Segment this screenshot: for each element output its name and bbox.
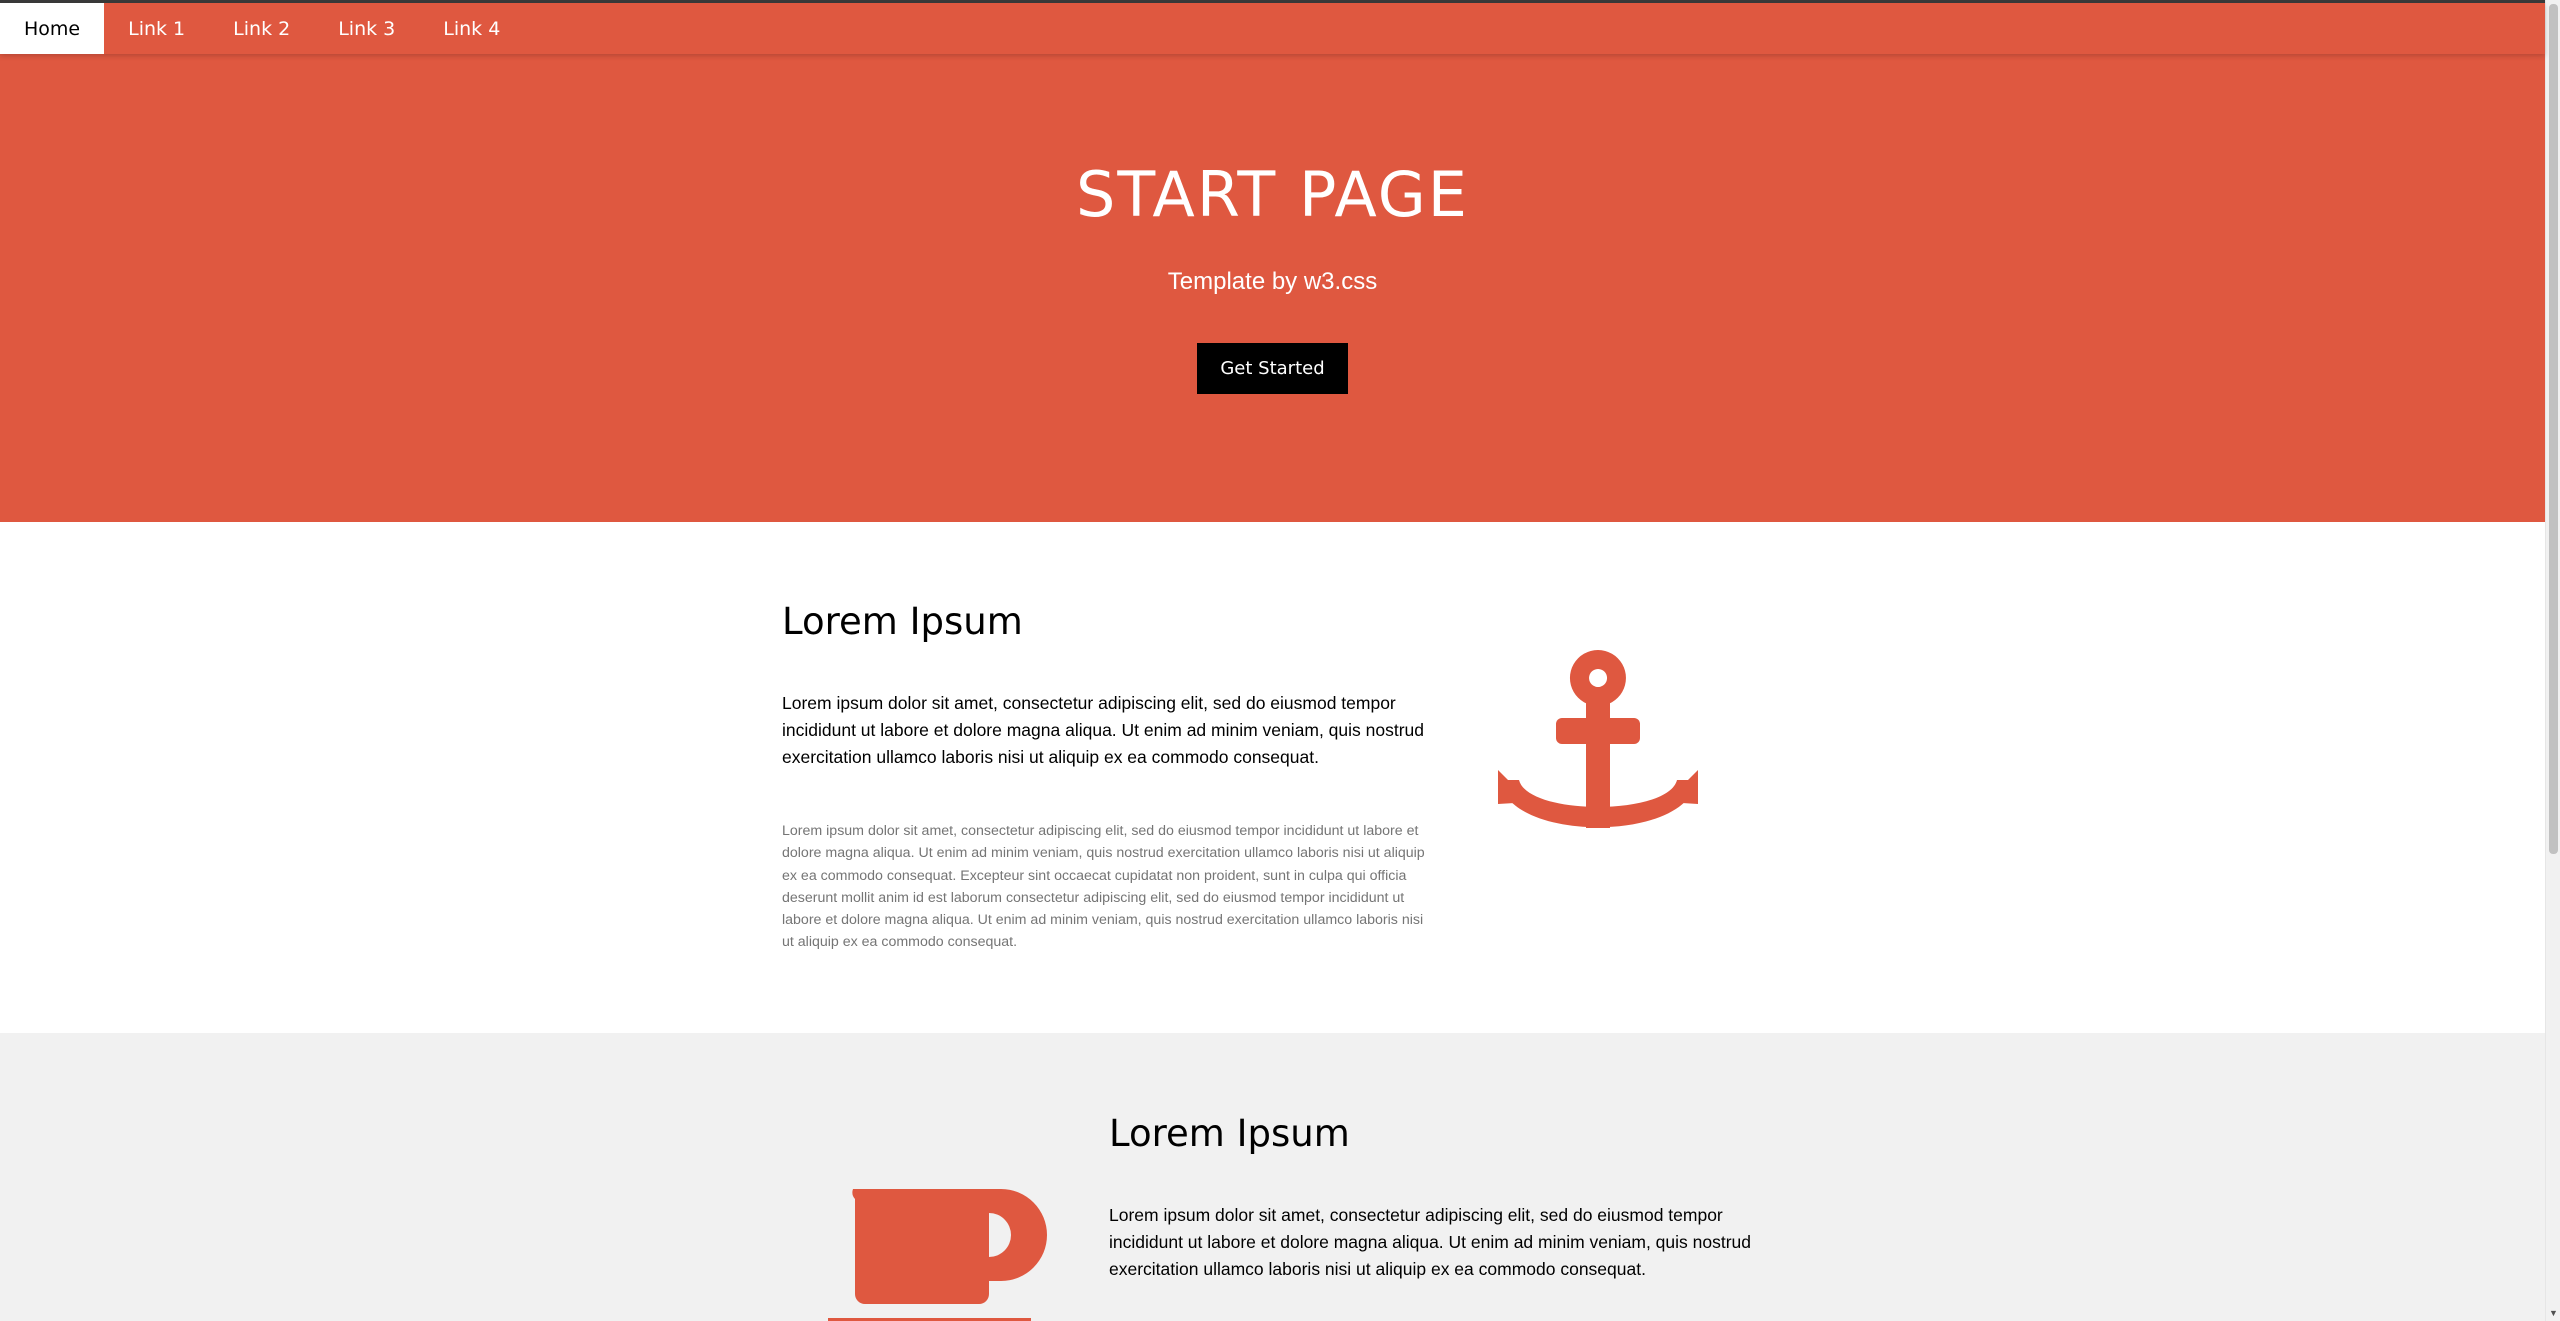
hero-subtitle: Template by w3.css	[1167, 268, 1378, 295]
section-1-body: Lorem ipsum dolor sit amet, consectetur …	[782, 823, 1425, 951]
section-2-lead: Lorem ipsum dolor sit amet, consectetur …	[1109, 1205, 1752, 1279]
top-navbar: Home Link 1 Link 2 Link 3 Link 4	[0, 3, 2545, 54]
nav-link-1[interactable]: Link 1	[104, 3, 209, 54]
nav-link-4[interactable]: Link 4	[419, 3, 524, 54]
scroll-down-arrow-icon[interactable]: ▼	[2549, 1309, 2558, 1318]
nav-link-3[interactable]: Link 3	[314, 3, 419, 54]
get-started-button[interactable]: Get Started	[1197, 343, 1348, 394]
nav-home[interactable]: Home	[0, 3, 105, 54]
content-section-2: Lorem Ipsum Lorem ipsum dolor sit amet, …	[0, 1033, 2545, 1321]
section-1-lead: Lorem ipsum dolor sit amet, consectetur …	[782, 693, 1425, 767]
page-scrollbar[interactable]: ▼	[2545, 0, 2560, 1321]
hero-section: START PAGE Template by w3.css Get Starte…	[0, 54, 2545, 522]
hero-title: START PAGE	[1076, 158, 1469, 231]
content-section-1: Lorem Ipsum Lorem ipsum dolor sit amet, …	[0, 522, 2545, 1033]
section-1-title: Lorem Ipsum	[782, 600, 1023, 643]
nav-link-2[interactable]: Link 2	[209, 3, 314, 54]
section-2-title: Lorem Ipsum	[1109, 1112, 1350, 1155]
coffee-cup-icon	[828, 1189, 1047, 1321]
scrollbar-thumb[interactable]	[2549, 4, 2558, 854]
anchor-icon	[1498, 650, 1698, 828]
